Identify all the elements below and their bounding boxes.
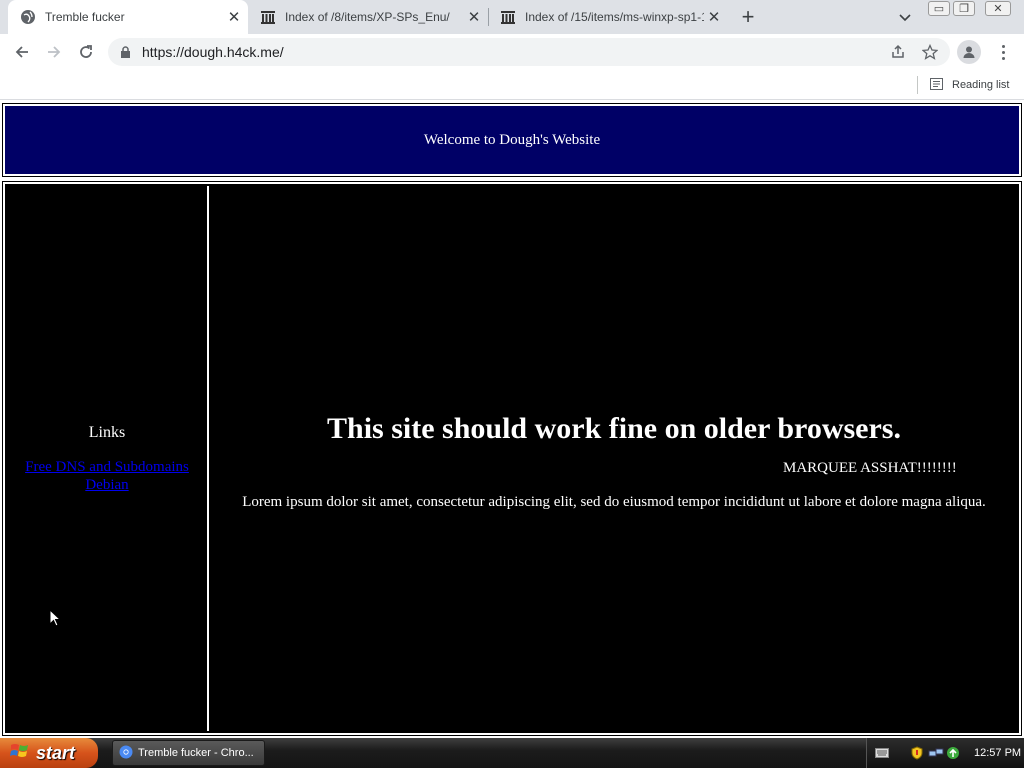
reading-list-label: Reading list bbox=[952, 79, 1010, 91]
share-icon[interactable] bbox=[888, 42, 908, 62]
browser-toolbar: https://dough.h4ck.me/ bbox=[0, 34, 1024, 70]
link-debian[interactable]: Debian bbox=[85, 476, 128, 494]
page-body-table: Links Free DNS and Subdomains Debian Thi… bbox=[2, 181, 1022, 736]
new-tab-icon[interactable]: + bbox=[736, 4, 760, 29]
page-header: Welcome to Dough's Website bbox=[2, 103, 1022, 177]
tab-active[interactable]: Tremble fucker ✕ bbox=[8, 0, 248, 34]
links-sidebar: Links Free DNS and Subdomains Debian bbox=[7, 186, 209, 731]
restore-icon[interactable]: ❐ bbox=[953, 1, 975, 16]
system-tray: 12:57 PM bbox=[866, 738, 1024, 768]
tab-inactive[interactable]: Index of /8/items/XP-SPs_Enu/ ✕ bbox=[248, 0, 488, 34]
address-bar[interactable]: https://dough.h4ck.me/ bbox=[108, 38, 950, 66]
start-button[interactable]: start bbox=[0, 738, 98, 768]
security-shield-icon[interactable] bbox=[911, 746, 923, 760]
page-title: This site should work fine on older brow… bbox=[327, 412, 901, 445]
marquee: MARQUEE ASSHAT!!!!!!!! bbox=[211, 460, 1017, 480]
windows-flag-icon bbox=[10, 742, 30, 765]
close-window-icon[interactable]: ✕ bbox=[985, 1, 1011, 16]
reading-list-icon bbox=[930, 77, 943, 93]
header-text: Welcome to Dough's Website bbox=[423, 131, 601, 148]
profile-avatar-icon[interactable] bbox=[957, 40, 981, 64]
page-viewport: Welcome to Dough's Website Links Free DN… bbox=[0, 101, 1024, 738]
archive-icon bbox=[260, 9, 276, 25]
forward-icon[interactable] bbox=[42, 40, 66, 64]
chrome-icon bbox=[119, 745, 133, 762]
taskbar-item-chrome[interactable]: Tremble fucker - Chro... bbox=[112, 740, 265, 766]
tab-title: Index of /8/items/XP-SPs_Enu/ bbox=[285, 10, 450, 24]
tab-strip: Tremble fucker ✕ Index of /8/items/XP-SP… bbox=[0, 0, 1024, 34]
tab-title: Index of /15/items/ms-winxp-sp1-1 bbox=[525, 10, 704, 24]
updates-icon[interactable] bbox=[946, 746, 960, 760]
star-icon[interactable] bbox=[920, 42, 940, 62]
chevron-down-icon[interactable] bbox=[895, 8, 915, 28]
tab-title: Tremble fucker bbox=[45, 10, 125, 24]
clock: 12:57 PM bbox=[974, 747, 1022, 759]
globe-icon bbox=[20, 9, 36, 25]
lock-icon[interactable] bbox=[120, 45, 132, 59]
bookmark-separator bbox=[917, 76, 918, 94]
archive-icon bbox=[500, 9, 516, 25]
marquee-text: MARQUEE ASSHAT!!!!!!!! bbox=[783, 460, 957, 476]
tab-inactive[interactable]: Index of /15/items/ms-winxp-sp1-1 ✕ bbox=[488, 0, 728, 34]
network-icon[interactable] bbox=[928, 747, 944, 759]
start-label: start bbox=[36, 742, 76, 763]
lorem-paragraph: Lorem ipsum dolor sit amet, consectetur … bbox=[242, 494, 986, 510]
minimize-icon[interactable]: ▭ bbox=[928, 1, 950, 16]
close-icon[interactable]: ✕ bbox=[224, 7, 244, 27]
links-heading: Links bbox=[88, 423, 126, 441]
task-item-label: Tremble fucker - Chro... bbox=[138, 747, 254, 759]
taskbar: start Tremble fucker - Chro... 12:57 PM bbox=[0, 738, 1024, 768]
url-text[interactable]: https://dough.h4ck.me/ bbox=[142, 44, 950, 60]
kebab-menu-icon[interactable] bbox=[995, 40, 1011, 64]
main-content: This site should work fine on older brow… bbox=[211, 186, 1017, 731]
reload-icon[interactable] bbox=[74, 40, 98, 64]
back-icon[interactable] bbox=[10, 40, 34, 64]
keyboard-icon[interactable] bbox=[875, 748, 889, 758]
bookmark-bar: Reading list bbox=[0, 70, 1024, 100]
reading-list-button[interactable]: Reading list bbox=[930, 76, 1009, 94]
link-free-dns[interactable]: Free DNS and Subdomains bbox=[25, 458, 189, 476]
close-icon[interactable]: ✕ bbox=[464, 7, 484, 27]
close-icon[interactable]: ✕ bbox=[704, 7, 724, 27]
mouse-cursor-icon bbox=[49, 608, 62, 633]
